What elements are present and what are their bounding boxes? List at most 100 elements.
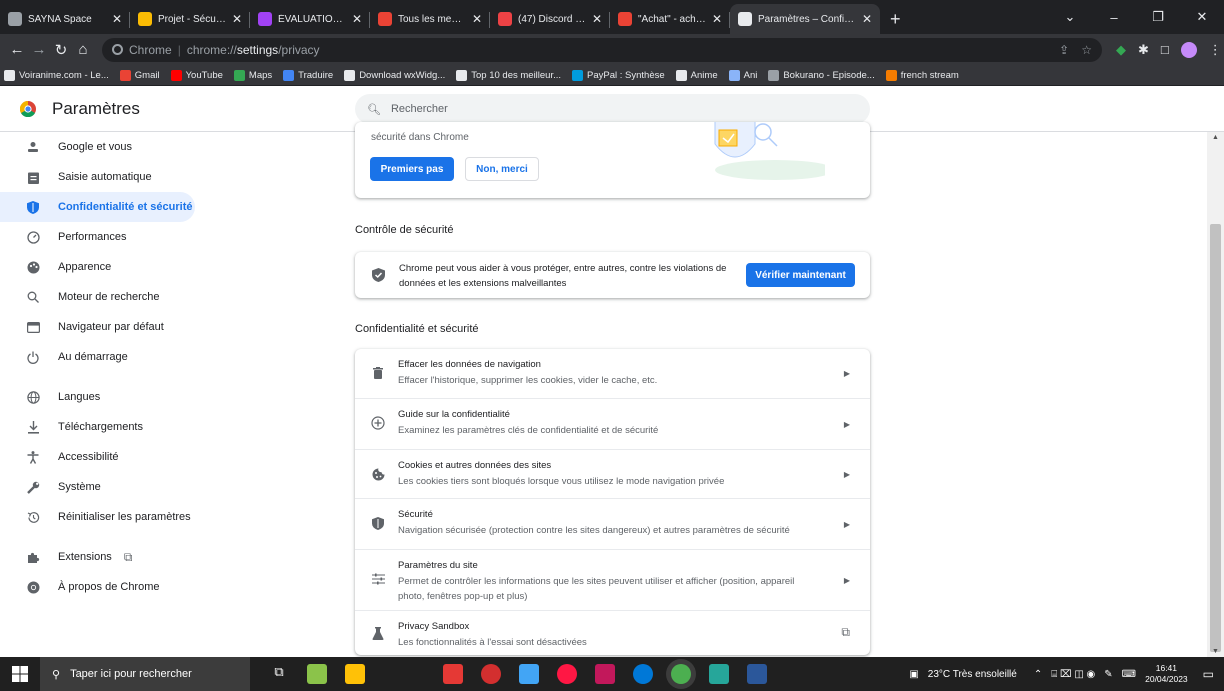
bookmark-item[interactable]: Voiranime.com - Le...: [4, 69, 109, 81]
tab-0[interactable]: SAYNA Space ✕: [0, 4, 130, 34]
edge-icon[interactable]: [633, 664, 653, 684]
privacy-row-1[interactable]: Guide sur la confidentialité Examinez les…: [355, 399, 870, 450]
keyboard-icon[interactable]: ⌨: [1122, 669, 1136, 680]
settings-search-input[interactable]: 🔍︎ Rechercher: [355, 94, 870, 124]
chrome-taskbar-icon[interactable]: [671, 664, 691, 684]
puzzle-icon[interactable]: ✱: [1138, 42, 1149, 58]
tab-3[interactable]: Tous les messages - ach ✕: [370, 4, 490, 34]
privacy-row-5[interactable]: Privacy Sandbox Les fonctionnalités à l'e…: [355, 611, 870, 655]
tab-6[interactable]: Paramètres – Confident ✕: [730, 4, 880, 34]
file-explorer-icon[interactable]: [345, 664, 365, 684]
no-thanks-button[interactable]: Non, merci: [465, 157, 539, 181]
app-icon[interactable]: [709, 664, 729, 684]
check-now-button[interactable]: Vérifier maintenant: [746, 263, 855, 287]
home-button[interactable]: ⌂: [72, 41, 94, 58]
share-icon[interactable]: ⇪: [1059, 43, 1069, 57]
visual-studio-icon[interactable]: [595, 664, 615, 684]
back-button[interactable]: ←: [6, 41, 28, 58]
site-label: Chrome: [129, 42, 172, 57]
close-tab-icon[interactable]: ✕: [352, 12, 362, 26]
bookmark-item[interactable]: Top 10 des meilleur...: [456, 69, 561, 81]
tab-5[interactable]: "Achat" - achim.mohan ✕: [610, 4, 730, 34]
privacy-row-3[interactable]: Sécurité Navigation sécurisée (protection…: [355, 499, 870, 550]
opera-icon[interactable]: [557, 664, 577, 684]
sidebar-item-8[interactable]: Langues: [0, 382, 195, 412]
bookmark-item[interactable]: Bokurano - Episode...: [768, 69, 875, 81]
sidebar-item-13[interactable]: Extensions ⧉: [0, 542, 195, 572]
sidebar-item-10[interactable]: Accessibilité: [0, 442, 195, 472]
restore-button[interactable]: ❐: [1136, 9, 1180, 25]
app-icon[interactable]: [307, 664, 327, 684]
dev-app-icon[interactable]: [481, 664, 501, 684]
sidebar-item-6[interactable]: Navigateur par défaut: [0, 312, 195, 342]
weather-text[interactable]: 23°C Très ensoleillé: [928, 669, 1017, 680]
privacy-row-2[interactable]: Cookies et autres données des sites Les c…: [355, 450, 870, 499]
page-scrollbar[interactable]: ▲ ▼: [1207, 132, 1224, 657]
privacy-row-0[interactable]: Effacer les données de navigation Effacer…: [355, 349, 870, 399]
bookmark-item[interactable]: Maps: [233, 69, 272, 81]
tray-chevron-icon[interactable]: ⌃: [1034, 669, 1042, 680]
close-tab-icon[interactable]: ✕: [232, 12, 242, 26]
sidebar-item-7[interactable]: Au démarrage: [0, 342, 195, 372]
address-bar[interactable]: Chrome | chrome:// settings /privacy ⇪ ☆: [102, 37, 1102, 62]
bookmark-item[interactable]: PayPal : Synthèse: [572, 69, 665, 81]
bookmark-label: Download wxWidg...: [359, 69, 446, 81]
minimize-button[interactable]: –: [1092, 10, 1136, 25]
privacy-row-4[interactable]: Paramètres du site Permet de contrôler le…: [355, 550, 870, 611]
bookmark-item[interactable]: Ani: [728, 69, 757, 81]
avatar[interactable]: [1180, 41, 1197, 58]
tab-4[interactable]: (47) Discord | #🎲 | gé ✕: [490, 4, 610, 34]
close-window-button[interactable]: ✕: [1180, 9, 1224, 25]
privacy-row-title: Paramètres du site: [398, 560, 478, 571]
close-tab-icon[interactable]: ✕: [862, 12, 872, 26]
bookmark-item[interactable]: Gmail: [119, 69, 160, 81]
sidebar-item-11[interactable]: Système: [0, 472, 195, 502]
menu-icon[interactable]: ⋮: [1209, 42, 1222, 58]
app-icon[interactable]: [519, 664, 539, 684]
get-started-button[interactable]: Premiers pas: [370, 157, 454, 181]
extension-icon[interactable]: ◆: [1116, 42, 1126, 58]
close-tab-icon[interactable]: ✕: [712, 12, 722, 26]
pen-icon[interactable]: ✎: [1104, 669, 1112, 680]
forward-button[interactable]: →: [28, 41, 50, 58]
sidebar-item-12[interactable]: Réinitialiser les paramètres: [0, 502, 195, 532]
tab-2[interactable]: ÉVALUATION Phase 1 - ✕: [250, 4, 370, 34]
bookmark-star-icon[interactable]: ☆: [1081, 43, 1092, 57]
sidebar-item-5[interactable]: Moteur de recherche: [0, 282, 195, 312]
bookmark-item[interactable]: Download wxWidg...: [344, 69, 446, 81]
sidebar-item-1[interactable]: Saisie automatique: [0, 162, 195, 192]
notification-icon[interactable]: ▭: [1203, 667, 1214, 681]
sidebar-item-2[interactable]: Confidentialité et sécurité: [0, 192, 195, 222]
sidebar-item-4[interactable]: Apparence: [0, 252, 195, 282]
bookmark-item[interactable]: YouTube: [170, 69, 223, 81]
taskbar-clock[interactable]: 16:41 20/04/2023: [1145, 663, 1188, 685]
new-tab-button[interactable]: +: [880, 4, 911, 34]
close-tab-icon[interactable]: ✕: [472, 12, 482, 26]
tray-icons[interactable]: ⌸ ⌧ ◫ ◉: [1051, 669, 1095, 680]
tab-search-icon[interactable]: ⌄: [1048, 9, 1092, 25]
window-controls: ⌄ – ❐ ✕: [1048, 0, 1224, 34]
word-icon[interactable]: [747, 664, 767, 684]
sidebar-item-14[interactable]: À propos de Chrome: [0, 572, 195, 602]
sidebar-item-0[interactable]: Google et vous: [0, 132, 195, 162]
app-icon[interactable]: [443, 664, 463, 684]
tab-1[interactable]: Projet - Sécurité.pdf - G ✕: [130, 4, 250, 34]
side-panel-icon[interactable]: □: [1161, 42, 1169, 57]
scroll-down-arrow-icon[interactable]: ▼: [1212, 648, 1219, 655]
bookmark-item[interactable]: Anime: [675, 69, 718, 81]
bookmark-item[interactable]: french stream: [885, 69, 959, 81]
sidebar-item-9[interactable]: Téléchargements: [0, 412, 195, 442]
close-tab-icon[interactable]: ✕: [592, 12, 602, 26]
privacy-section-title: Confidentialité et sécurité: [355, 323, 479, 335]
windows-start-icon[interactable]: [12, 666, 28, 682]
sidebar-item-3[interactable]: Performances: [0, 222, 195, 252]
taskbar-search-input[interactable]: ⚲ Taper ici pour rechercher: [40, 657, 250, 691]
bookmark-favicon-icon: [4, 69, 15, 81]
bookmark-item[interactable]: Traduire: [283, 69, 333, 81]
close-tab-icon[interactable]: ✕: [112, 12, 122, 26]
scrollbar-thumb[interactable]: [1210, 224, 1221, 652]
scroll-up-arrow-icon[interactable]: ▲: [1212, 134, 1219, 141]
reload-button[interactable]: ↻: [50, 41, 72, 59]
task-view-icon[interactable]: ⧉: [269, 664, 289, 684]
browser-toolbar: ← → ↻ ⌂ Chrome | chrome:// settings /pri…: [0, 34, 1224, 65]
